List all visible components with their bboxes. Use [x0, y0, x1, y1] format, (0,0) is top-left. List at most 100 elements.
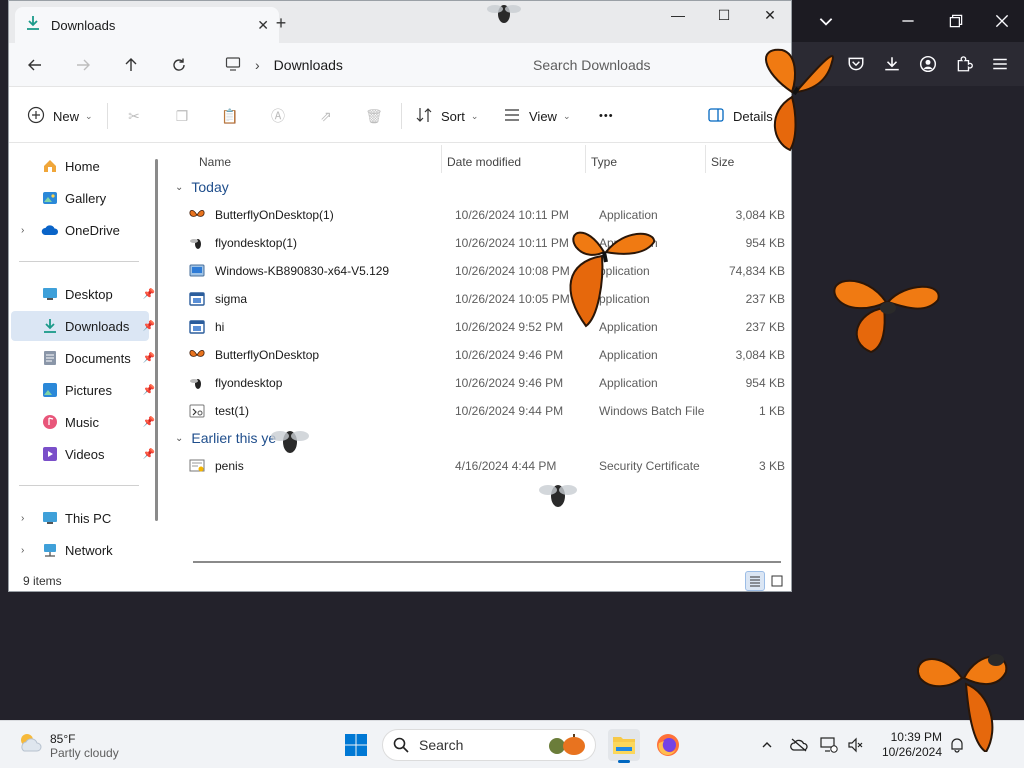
pin-icon[interactable]: 📌: [143, 321, 155, 332]
sidebar-scrollbar[interactable]: [155, 159, 158, 521]
column-divider[interactable]: [705, 145, 706, 173]
column-divider[interactable]: [585, 145, 586, 173]
sidebar-item-this-pc[interactable]: › This PC: [11, 503, 149, 533]
forward-icon[interactable]: [71, 53, 95, 77]
browser-restore-icon[interactable]: [942, 7, 970, 35]
chevron-right-icon[interactable]: ›: [21, 513, 24, 524]
tiles-view-icon[interactable]: [767, 571, 787, 591]
file-date: 10/26/2024 9:52 PM: [455, 320, 564, 334]
maximize-icon[interactable]: ☐: [709, 7, 739, 24]
list-all-tabs-icon[interactable]: [812, 7, 840, 35]
share-button[interactable]: ⇗: [317, 105, 335, 127]
pc-icon: [41, 509, 59, 527]
search-input[interactable]: Search Downloads: [521, 49, 783, 81]
sort-button[interactable]: Sort ⌄: [415, 105, 478, 127]
weather-widget[interactable]: 85°F Partly cloudy: [16, 729, 119, 762]
group-header-earlier[interactable]: ⌄ Earlier this ye: [175, 430, 276, 446]
tab-bar: Downloads ✕ + — ☐ ✕: [9, 1, 791, 43]
delete-button[interactable]: 🗑: [365, 105, 383, 127]
file-row[interactable]: flyondesktop 10/26/2024 9:46 PM Applicatio…: [185, 369, 785, 397]
file-explorer-taskbar-icon[interactable]: [608, 729, 640, 763]
copy-button[interactable]: ❐: [173, 105, 191, 127]
downloads-icon[interactable]: [878, 50, 906, 78]
browser-close-icon[interactable]: [988, 7, 1016, 35]
file-row[interactable]: sigma 10/26/2024 10:05 PM pplication 237 KB: [185, 285, 785, 313]
navigation-bar: › Downloads Search Downloads: [9, 43, 791, 87]
refresh-icon[interactable]: [167, 53, 191, 77]
pin-icon[interactable]: 📌: [143, 289, 155, 300]
group-header-today[interactable]: ⌄ Today: [175, 179, 229, 195]
horizontal-scrollbar[interactable]: [193, 561, 781, 563]
column-header-name[interactable]: Name: [199, 149, 231, 175]
sidebar-item-pictures[interactable]: Pictures 📌: [11, 375, 155, 405]
sidebar-item-onedrive[interactable]: › OneDrive: [11, 215, 149, 245]
sidebar-item-network[interactable]: › Network: [11, 535, 149, 565]
account-icon[interactable]: [914, 50, 942, 78]
file-row[interactable]: flyondesktop(1) 10/26/2024 10:11 PM Applic…: [185, 229, 785, 257]
file-row[interactable]: ButterflyOnDesktop(1) 10/26/2024 10:11 PM…: [185, 201, 785, 229]
file-row[interactable]: test(1) 10/26/2024 9:44 PM Windows Batch F…: [185, 397, 785, 425]
close-tab-icon[interactable]: ✕: [257, 17, 269, 34]
address-path[interactable]: Downloads: [274, 57, 343, 73]
new-button[interactable]: New ⌄: [27, 105, 93, 127]
up-icon[interactable]: [119, 53, 143, 77]
column-header-date[interactable]: Date modified: [447, 149, 521, 175]
firefox-taskbar-icon[interactable]: [652, 729, 684, 761]
sidebar-item-desktop[interactable]: Desktop 📌: [11, 279, 155, 309]
tab-downloads[interactable]: Downloads ✕: [15, 7, 279, 43]
more-icon: •••: [599, 110, 614, 122]
sidebar-item-downloads[interactable]: Downloads 📌: [11, 311, 155, 341]
details-button[interactable]: Details: [707, 105, 773, 127]
file-row[interactable]: Windows-KB890830-x64-V5.129 10/26/2024 10…: [185, 257, 785, 285]
pin-icon[interactable]: 📌: [143, 385, 155, 396]
pocket-icon[interactable]: [842, 50, 870, 78]
back-icon[interactable]: [23, 53, 47, 77]
pin-icon[interactable]: 📌: [143, 353, 155, 364]
search-label: Search: [419, 737, 464, 753]
clock[interactable]: 10:39 PM 10/26/2024: [872, 730, 942, 760]
sidebar-item-home[interactable]: Home: [11, 151, 149, 181]
sidebar-item-documents[interactable]: Documents 📌: [11, 343, 155, 373]
address-bar[interactable]: › Downloads: [213, 49, 509, 81]
details-view-icon[interactable]: [745, 571, 765, 591]
volume-muted-icon[interactable]: [844, 734, 866, 756]
new-tab-icon[interactable]: +: [271, 13, 291, 34]
file-type: pplication: [599, 292, 650, 306]
view-list-icon: [503, 106, 521, 127]
column-header-size[interactable]: Size: [711, 149, 734, 175]
file-type: pplication: [599, 264, 650, 278]
cut-button[interactable]: ✂: [125, 105, 143, 127]
file-row[interactable]: ButterflyOnDesktop 10/26/2024 9:46 PM Appl…: [185, 341, 785, 369]
details-label: Details: [733, 108, 773, 124]
taskbar-search[interactable]: Search: [382, 729, 596, 761]
sidebar-item-videos[interactable]: Videos 📌: [11, 439, 155, 469]
network-disconnected-icon[interactable]: [818, 734, 840, 756]
minimize-icon[interactable]: —: [663, 7, 693, 23]
onedrive-offline-icon[interactable]: [788, 734, 810, 756]
sidebar-item-gallery[interactable]: Gallery: [11, 183, 149, 213]
rename-button[interactable]: Ⓐ: [269, 105, 287, 127]
view-button[interactable]: View ⌄: [503, 105, 571, 127]
column-header-type[interactable]: Type: [591, 149, 617, 175]
sidebar-item-music[interactable]: Music 📌: [11, 407, 155, 437]
more-options-button[interactable]: •••: [599, 105, 614, 127]
butterfly-app-icon: [189, 207, 205, 223]
paste-button[interactable]: 📋: [221, 105, 239, 127]
start-button[interactable]: [340, 729, 372, 761]
extensions-icon[interactable]: [950, 50, 978, 78]
file-row[interactable]: penis 4/16/2024 4:44 PM Security Certifica…: [185, 452, 785, 480]
chevron-right-icon[interactable]: ›: [21, 545, 24, 556]
column-divider[interactable]: [441, 145, 442, 173]
hamburger-menu-icon[interactable]: [986, 50, 1014, 78]
notifications-icon[interactable]: [946, 734, 968, 756]
pin-icon[interactable]: 📌: [143, 449, 155, 460]
command-bar: New ⌄ ✂ ❐ 📋 Ⓐ ⇗ 🗑 Sort ⌄ View ⌄ ••• Deta…: [9, 87, 791, 143]
sidebar-item-label: Downloads: [65, 318, 130, 334]
chevron-right-icon[interactable]: ›: [21, 225, 24, 236]
file-row[interactable]: hi 10/26/2024 9:52 PM Application 237 KB: [185, 313, 785, 341]
column-type-label: Type: [591, 155, 618, 169]
show-hidden-icons-icon[interactable]: [756, 734, 778, 756]
browser-minimize-icon[interactable]: [894, 7, 922, 35]
close-window-icon[interactable]: ✕: [755, 7, 785, 24]
pin-icon[interactable]: 📌: [143, 417, 155, 428]
